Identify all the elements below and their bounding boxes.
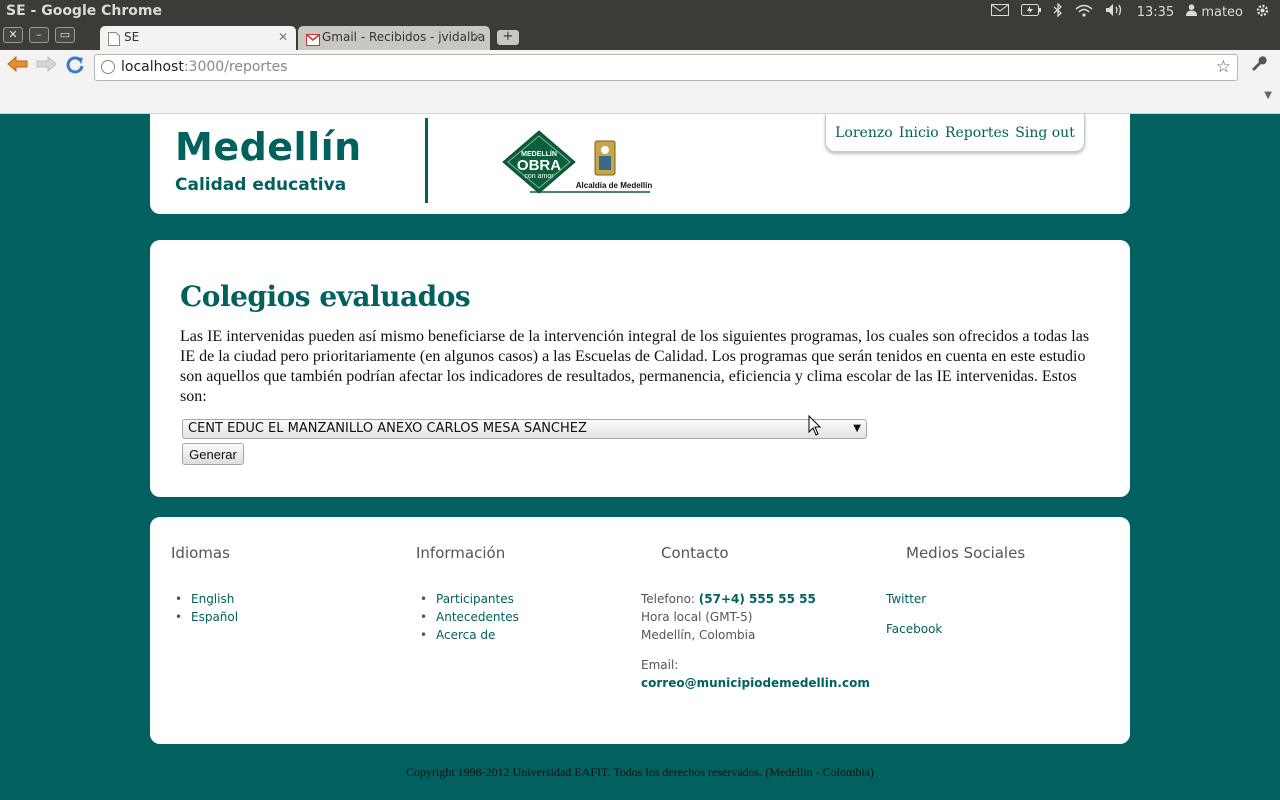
os-top-bar: SE - Google Chrome 13:35 mateo <box>0 0 1280 24</box>
footer-social: Medios Sociales Twitter Facebook <box>886 544 1025 650</box>
copyright: Copyright 1998-2012 Universidad EAFIT. T… <box>406 765 874 779</box>
school-select-value: CENT EDUC EL MANZANILLO ANEXO CARLOS MES… <box>188 421 587 436</box>
reload-icon[interactable] <box>63 55 87 79</box>
phone-label: Telefono: <box>641 592 695 606</box>
site-header: Medellín Calidad educativa MEDELLÍN OBRA… <box>150 114 1130 214</box>
page-description: Las IE intervenidas pueden así mismo ben… <box>180 328 1090 405</box>
social-link-twitter[interactable]: Twitter <box>886 590 1025 608</box>
system-indicators: 13:35 mateo <box>990 0 1270 24</box>
gear-icon[interactable] <box>1255 3 1270 22</box>
footer-heading: Medios Sociales <box>906 544 1026 562</box>
bookmark-star-icon[interactable]: ☆ <box>1216 55 1231 80</box>
footer-heading: Información <box>416 544 506 562</box>
minimize-window-button[interactable]: – <box>29 27 49 43</box>
list-item: Español <box>171 608 238 626</box>
list-item: English <box>171 590 238 608</box>
close-tab-icon[interactable]: ✕ <box>278 26 288 48</box>
page-title: Colegios evaluados <box>180 280 471 313</box>
brand-subtitle: Calidad educativa <box>175 175 347 195</box>
footer-heading: Contacto <box>661 544 729 562</box>
list-item: Participantes <box>416 590 519 608</box>
footer-languages: Idiomas English Español <box>171 544 238 626</box>
svg-text:Alcaldía de Medellín: Alcaldía de Medellín <box>576 181 652 190</box>
back-arrow-icon[interactable] <box>6 55 30 79</box>
main-content: Colegios evaluados Las IE intervenidas p… <box>150 240 1130 497</box>
nav-link-lorenzo[interactable]: Lorenzo <box>835 125 893 141</box>
close-tab-icon[interactable]: ✕ <box>472 26 482 48</box>
list-item: Acerca de <box>416 626 519 644</box>
browser-toolbar: localhost:3000/reportes ☆ <box>0 50 1280 84</box>
url-host: localhost <box>121 59 184 75</box>
volume-icon[interactable] <box>1105 3 1125 21</box>
tab-se[interactable]: SE ✕ <box>100 26 296 50</box>
main-nav: Lorenzo Inicio Reportes Sing out <box>825 114 1085 152</box>
user-icon <box>1186 4 1198 20</box>
footer-information: Información Participantes Antecedentes A… <box>416 544 519 644</box>
generate-button[interactable]: Generar <box>182 443 244 465</box>
contact-timezone: Hora local (GMT-5) <box>641 610 753 624</box>
nav-link-reportes[interactable]: Reportes <box>945 125 1009 141</box>
info-link-antecedentes[interactable]: Antecedentes <box>436 610 519 624</box>
wrench-icon[interactable] <box>1249 54 1267 77</box>
contact-city: Medellín, Colombia <box>641 628 756 642</box>
list-item: Antecedentes <box>416 608 519 626</box>
language-link-espanol[interactable]: Español <box>191 610 238 624</box>
chevron-down-icon[interactable]: ▼ <box>1264 90 1272 101</box>
footer-heading: Idiomas <box>171 544 230 562</box>
page-info-icon[interactable] <box>101 60 115 74</box>
language-link-english[interactable]: English <box>191 592 234 606</box>
tab-gmail[interactable]: Gmail - Recibidos - jvidalba ✕ <box>298 26 490 50</box>
svg-text:OBRA: OBRA <box>517 157 561 174</box>
email-label: Email: <box>641 658 679 672</box>
mail-icon[interactable] <box>990 4 1009 20</box>
nav-link-sign-out[interactable]: Sing out <box>1015 125 1075 141</box>
page-icon <box>108 31 120 46</box>
contact-phone: Telefono: (57+4) 555 55 55 <box>641 590 870 608</box>
header-divider <box>425 118 428 203</box>
info-link-acerca-de[interactable]: Acerca de <box>436 628 495 642</box>
clock[interactable]: 13:35 <box>1137 5 1174 20</box>
site-footer: Idiomas English Español Información Part… <box>150 517 1130 744</box>
email-link[interactable]: correo@municipiodemedellin.com <box>641 674 870 692</box>
school-select[interactable]: CENT EDUC EL MANZANILLO ANEXO CARLOS MES… <box>182 419 867 439</box>
info-link-participantes[interactable]: Participantes <box>436 592 514 606</box>
new-tab-button[interactable]: + <box>497 30 519 45</box>
alcaldia-logo: MEDELLÍN OBRA con amor Alcaldía de Medel… <box>502 130 652 194</box>
user-menu[interactable]: mateo <box>1186 4 1243 20</box>
mouse-cursor-icon <box>808 414 822 437</box>
svg-text:con amor: con amor <box>524 173 554 180</box>
brand-title[interactable]: Medellín <box>175 125 362 169</box>
phone-number[interactable]: (57+4) 555 55 55 <box>699 592 816 606</box>
address-bar[interactable]: localhost:3000/reportes ☆ <box>94 54 1238 81</box>
bookmarks-bar: ▼ <box>0 84 1280 114</box>
tab-label: SE <box>124 30 140 44</box>
url-path: :3000/reportes <box>183 59 288 75</box>
wifi-icon[interactable] <box>1075 4 1093 21</box>
battery-icon[interactable] <box>1020 4 1041 20</box>
user-name: mateo <box>1201 5 1243 20</box>
social-link-facebook[interactable]: Facebook <box>886 620 1025 638</box>
bluetooth-icon[interactable] <box>1053 2 1063 21</box>
gmail-icon <box>306 31 320 46</box>
forward-arrow-icon[interactable] <box>34 55 58 79</box>
tab-label: Gmail - Recibidos - jvidalba <box>322 30 486 44</box>
close-window-button[interactable]: ✕ <box>3 27 23 43</box>
tab-strip: ✕ – ▭ SE ✕ Gmail - Recibidos - jvidalba … <box>0 24 1280 50</box>
window-title: SE - Google Chrome <box>6 3 162 19</box>
dropdown-arrow-icon: ▼ <box>853 423 861 434</box>
nav-link-inicio[interactable]: Inicio <box>899 125 939 141</box>
maximize-window-button[interactable]: ▭ <box>55 27 75 43</box>
footer-contact: Contacto Telefono: (57+4) 555 55 55 Hora… <box>641 544 870 692</box>
